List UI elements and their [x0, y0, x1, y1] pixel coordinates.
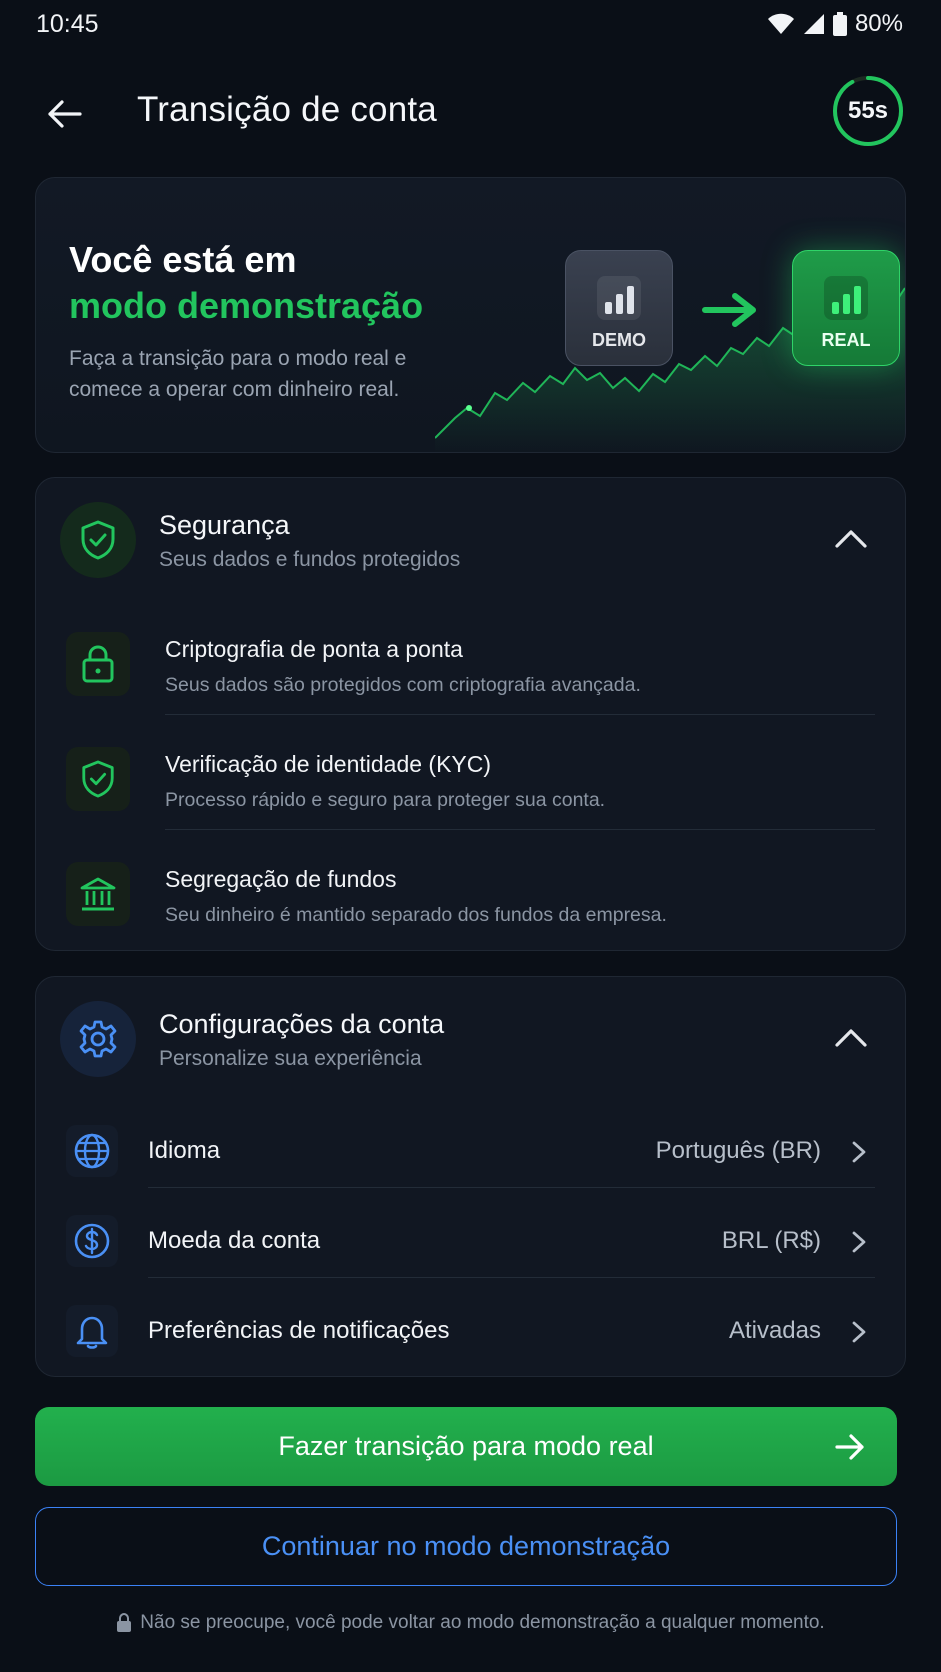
continue-demo-button[interactable]: Continuar no modo demonstração [35, 1507, 897, 1586]
settings-row-value: Ativadas [728, 1317, 821, 1344]
lock-icon [66, 632, 130, 696]
dollar-icon [66, 1215, 118, 1267]
real-mode-tile: REAL [792, 250, 900, 366]
settings-row-label: Preferências de notificações [148, 1317, 450, 1344]
security-section-header[interactable]: Segurança Seus dados e fundos protegidos [36, 478, 905, 608]
security-icon-badge [60, 502, 136, 578]
chevron-up-icon[interactable] [833, 1025, 869, 1049]
real-label: REAL [821, 330, 871, 350]
settings-row-label: Idioma [148, 1137, 221, 1164]
arrow-left-icon [48, 100, 82, 128]
status-bar: 10:45 80% [0, 0, 941, 50]
hero-title-highlight: modo demonstração [69, 285, 424, 326]
app-header: Transição de conta 55s [0, 72, 941, 152]
divider [148, 1187, 875, 1188]
arrow-right-icon [835, 1434, 864, 1460]
lock-icon [117, 1613, 132, 1632]
wifi-icon [767, 13, 794, 34]
settings-row-language[interactable]: Idioma Português (BR) [36, 1107, 905, 1197]
demo-mode-banner: Você está em modo demonstração Faça a tr… [35, 177, 906, 453]
shield-check-icon [81, 520, 115, 560]
demo-mode-tile: DEMO [565, 250, 673, 366]
demo-label: DEMO [592, 330, 646, 350]
account-settings-section: Configurações da conta Personalize sua e… [35, 976, 906, 1377]
settings-row-currency[interactable]: Moeda da conta BRL (R$) [36, 1197, 905, 1287]
settings-title: Configurações da conta [159, 1009, 445, 1039]
bar-chart-icon [824, 276, 868, 320]
countdown-timer: 55s [831, 74, 905, 148]
divider [165, 714, 875, 715]
chevron-right-icon [852, 1321, 866, 1343]
chevron-right-icon [852, 1141, 866, 1163]
status-time: 10:45 [36, 10, 99, 38]
battery-percent: 80% [854, 10, 903, 37]
globe-icon [66, 1125, 118, 1177]
status-icons: 80% [767, 10, 903, 38]
battery-icon [832, 12, 847, 36]
timer-value: 55s [847, 97, 889, 124]
settings-icon-badge [60, 1001, 136, 1077]
chevron-right-icon [852, 1231, 866, 1253]
security-subtitle: Seus dados e fundos protegidos [159, 548, 461, 571]
security-item-desc: Seu dinheiro é mantido separado dos fund… [165, 904, 667, 926]
bell-icon [66, 1305, 118, 1357]
hero-description: Faça a transição para o modo real e come… [69, 347, 407, 401]
security-item-title: Verificação de identidade (KYC) [165, 751, 492, 777]
switch-to-real-button[interactable]: Fazer transição para modo real [35, 1407, 897, 1486]
page-title: Transição de conta [137, 90, 437, 129]
settings-subtitle: Personalize sua experiência [159, 1047, 422, 1070]
chevron-up-icon[interactable] [833, 526, 869, 550]
divider [148, 1277, 875, 1278]
switch-to-real-label: Fazer transição para modo real [278, 1431, 654, 1461]
signal-icon [803, 14, 824, 34]
shield-check-icon [66, 747, 130, 811]
divider [165, 829, 875, 830]
footer-note-text: Não se preocupe, você pode voltar ao mod… [140, 1612, 825, 1633]
security-item-segregation: Segregação de fundos Seu dinheiro é mant… [36, 848, 905, 963]
settings-row-notifications[interactable]: Preferências de notificações Ativadas [36, 1287, 905, 1377]
security-item-title: Segregação de fundos [165, 866, 397, 892]
gear-icon [79, 1020, 117, 1058]
settings-row-value: Português (BR) [655, 1137, 821, 1164]
hero-title: Você está em [69, 239, 297, 280]
bar-chart-icon [597, 276, 641, 320]
continue-demo-label: Continuar no modo demonstração [261, 1531, 671, 1561]
security-title: Segurança [159, 510, 290, 540]
security-item-kyc: Verificação de identidade (KYC) Processo… [36, 733, 905, 848]
settings-row-label: Moeda da conta [148, 1227, 321, 1254]
security-item-desc: Processo rápido e seguro para proteger s… [165, 789, 606, 811]
security-section: Segurança Seus dados e fundos protegidos… [35, 477, 906, 951]
security-item-desc: Seus dados são protegidos com criptograf… [165, 674, 641, 696]
security-item-encryption: Criptografia de ponta a ponta Seus dados… [36, 618, 905, 733]
settings-row-value: BRL (R$) [721, 1227, 821, 1254]
back-button[interactable] [42, 92, 86, 136]
arrow-right-icon [702, 293, 756, 327]
security-item-title: Criptografia de ponta a ponta [165, 636, 463, 662]
settings-section-header[interactable]: Configurações da conta Personalize sua e… [36, 977, 905, 1107]
bank-icon [66, 862, 130, 926]
footer-note: Não se preocupe, você pode voltar ao mod… [0, 1612, 941, 1634]
